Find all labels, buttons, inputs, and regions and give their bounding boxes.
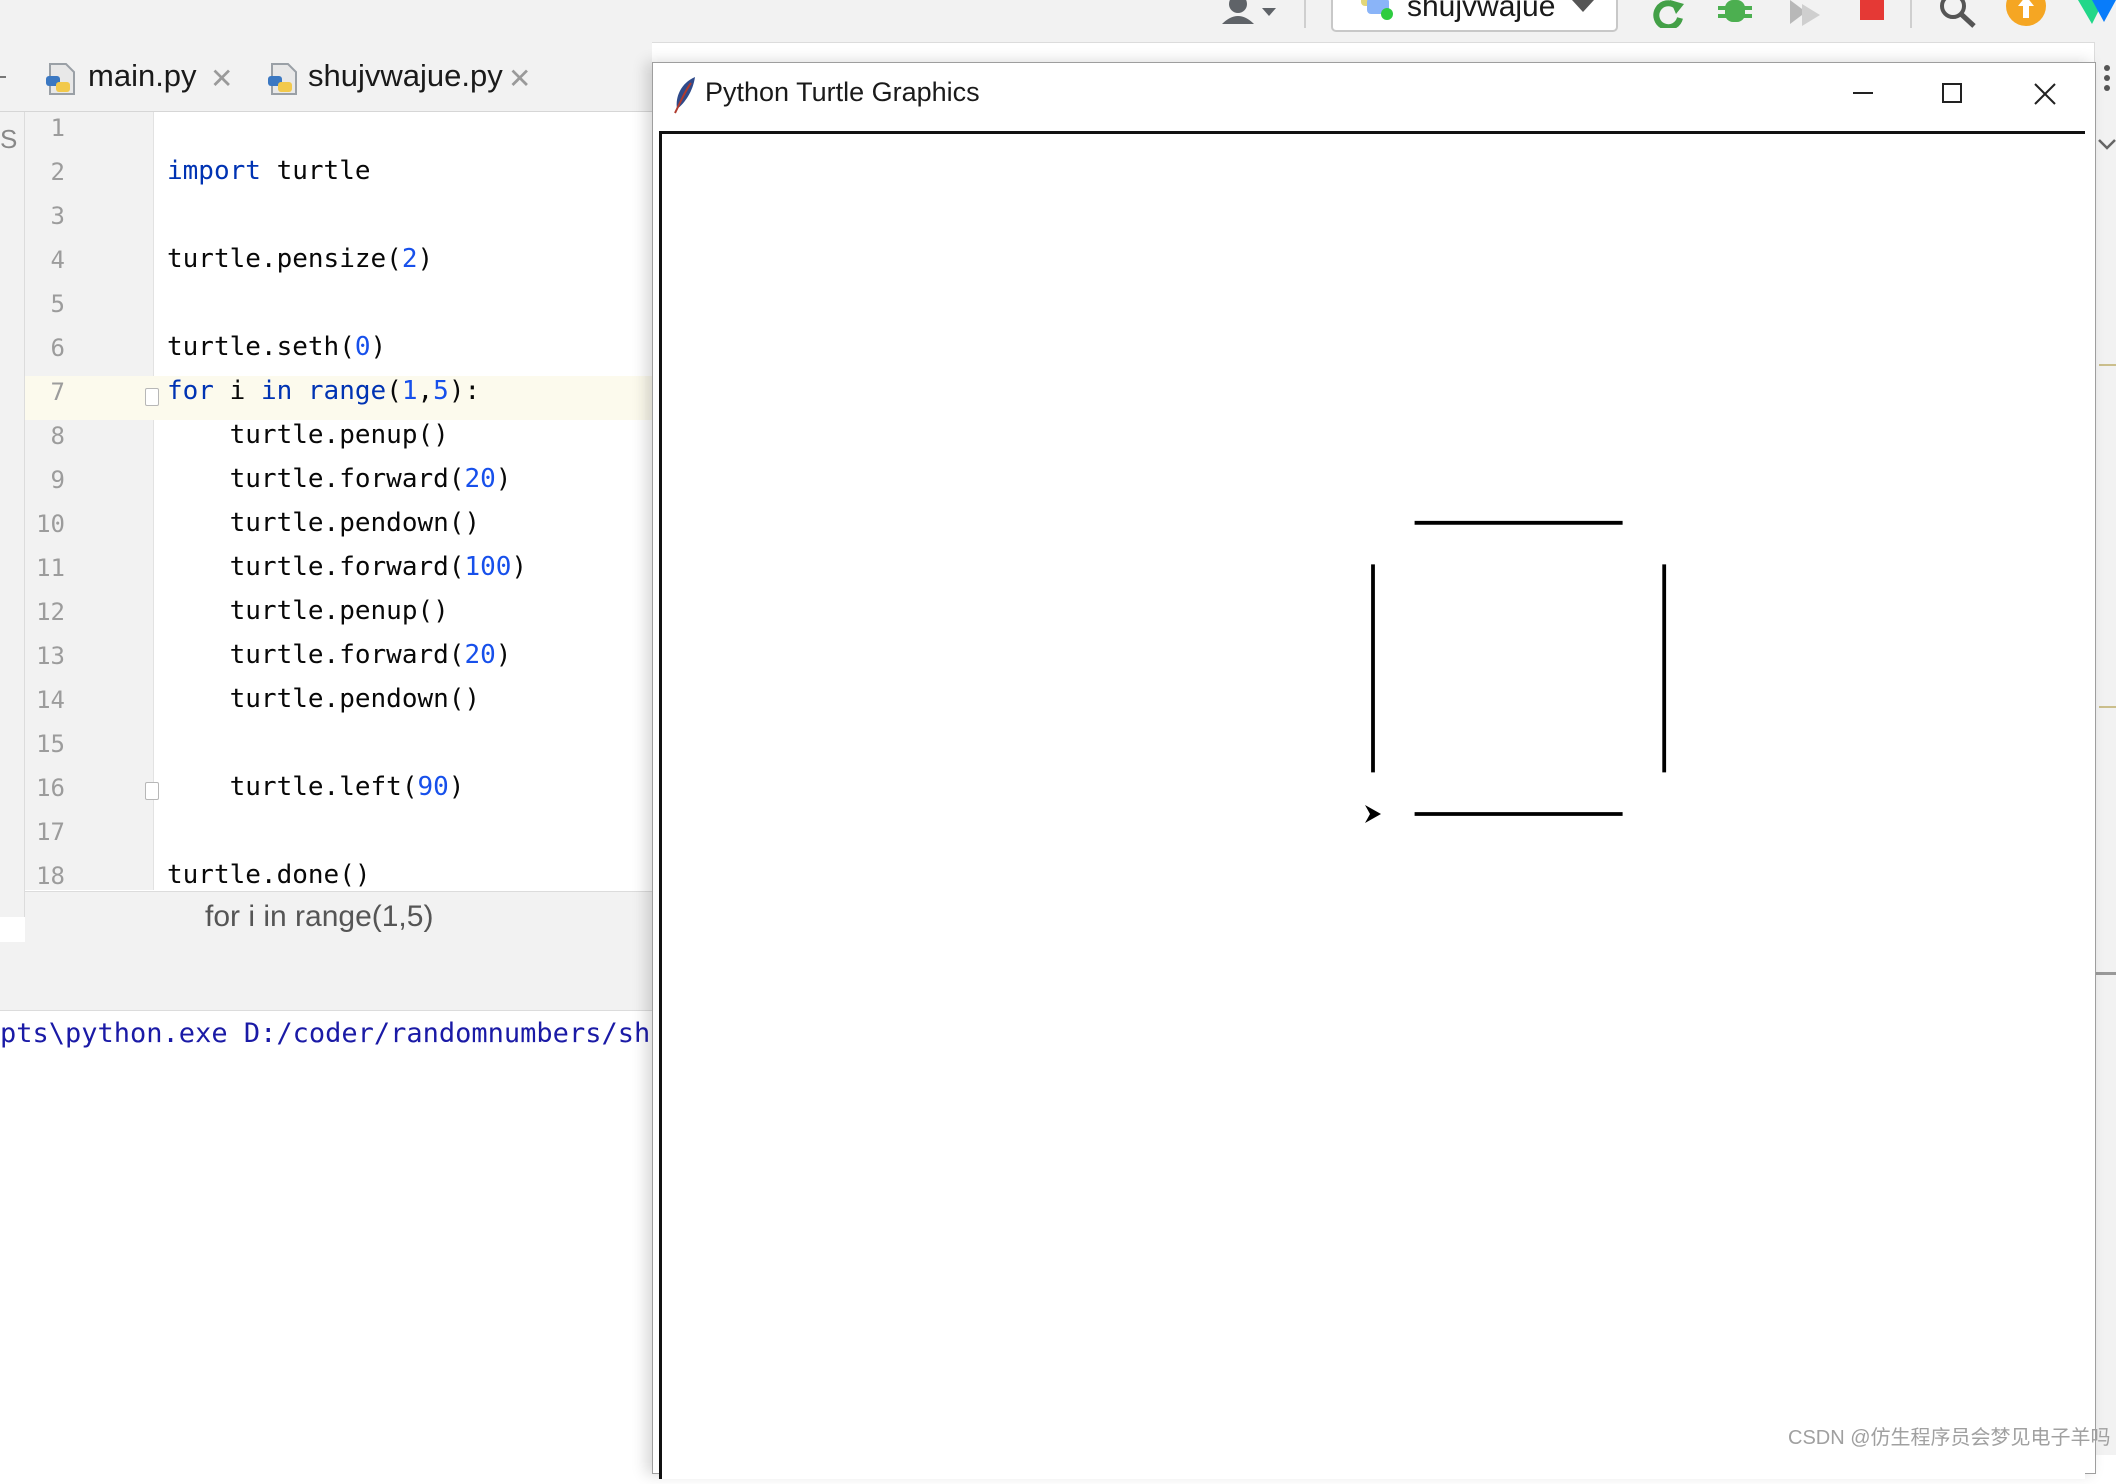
turtle-canvas[interactable] <box>659 131 2085 1479</box>
turtle-drawing <box>1365 520 1667 823</box>
python-file-icon <box>46 63 75 95</box>
breadcrumb-item[interactable]: for i in range(1,5) <box>205 900 433 934</box>
code-line[interactable]: turtle.pendown() <box>167 508 480 538</box>
code-line[interactable]: turtle.pensize(2) <box>167 244 433 274</box>
rerun-icon[interactable] <box>1650 0 1686 28</box>
code-line[interactable]: turtle.penup() <box>167 596 449 626</box>
turtle-window-titlebar[interactable]: Python Turtle Graphics <box>653 63 2095 129</box>
close-icon[interactable]: ✕ <box>508 62 531 95</box>
tab-label: main.py <box>88 58 197 93</box>
line-number: 18 <box>36 862 65 890</box>
user-icon[interactable] <box>1218 0 1278 26</box>
line-number: 2 <box>50 158 65 186</box>
line-number: 6 <box>50 334 65 362</box>
search-icon[interactable] <box>1938 0 1978 30</box>
more-options-icon[interactable] <box>2099 62 2115 102</box>
python-file-icon <box>268 63 297 95</box>
project-tool-strip[interactable]: S <box>0 112 25 917</box>
turtle-window-title: Python Turtle Graphics <box>705 77 980 107</box>
fold-marker-icon[interactable] <box>145 782 159 800</box>
code-line[interactable]: turtle.penup() <box>167 420 449 450</box>
line-number: 5 <box>50 290 65 318</box>
line-number: 15 <box>36 730 65 758</box>
plugin-icon[interactable] <box>2074 0 2116 26</box>
code-line[interactable]: turtle.seth(0) <box>167 332 386 362</box>
scroll-marker <box>2099 364 2116 366</box>
tab-main-py[interactable]: main.py ✕ <box>46 56 236 106</box>
line-number: 3 <box>50 202 65 230</box>
line-number: 7 <box>50 378 65 406</box>
turtle-cursor-icon <box>1365 805 1381 823</box>
line-number: 9 <box>50 466 65 494</box>
fold-marker-icon[interactable] <box>145 388 159 406</box>
stop-icon[interactable] <box>1858 0 1886 22</box>
line-number: 4 <box>50 246 65 274</box>
run-config-icon <box>1361 0 1393 20</box>
code-line[interactable]: turtle.forward(20) <box>167 640 512 670</box>
line-number: 16 <box>36 774 65 802</box>
breadcrumb[interactable]: for i in range(1,5) <box>25 891 652 943</box>
main-toolbar: shujvwajue <box>0 0 2116 43</box>
debug-icon[interactable] <box>1718 0 1752 28</box>
run-tool-window-header <box>0 942 652 1011</box>
code-line[interactable]: for i in range(1,5): <box>167 376 480 406</box>
close-icon[interactable]: ✕ <box>210 62 233 95</box>
chevron-down-icon <box>1262 8 1276 16</box>
maximize-icon[interactable] <box>1907 63 1997 123</box>
tab-label: shujvwajue.py <box>308 58 503 93</box>
code-line[interactable]: turtle.done() <box>167 860 371 890</box>
code-line[interactable]: turtle.pendown() <box>167 684 480 714</box>
watermark: CSDN @仿生程序员会梦见电子羊吗 <box>1788 1427 2111 1449</box>
line-number: 8 <box>50 422 65 450</box>
tab-shujvwajue-py[interactable]: shujvwajue.py ✕ <box>262 56 546 118</box>
line-number: 13 <box>36 642 65 670</box>
close-icon[interactable] <box>1999 63 2089 123</box>
code-line[interactable]: turtle.forward(20) <box>167 464 512 494</box>
chevron-down-icon[interactable] <box>2097 138 2116 152</box>
line-number: 1 <box>50 114 65 142</box>
line-number: 10 <box>36 510 65 538</box>
coverage-icon[interactable] <box>1786 0 1824 28</box>
code-line[interactable]: turtle.forward(100) <box>167 552 527 582</box>
code-line[interactable]: turtle.left(90) <box>167 772 465 802</box>
line-number: 17 <box>36 818 65 846</box>
line-number: 12 <box>36 598 65 626</box>
run-config-label: shujvwajue <box>1407 0 1556 23</box>
line-number: 14 <box>36 686 65 714</box>
editor-tab-bar: main.py ✕ shujvwajue.py ✕ <box>0 42 652 118</box>
tool-strip-label: S <box>0 124 18 154</box>
run-config-selector[interactable]: shujvwajue <box>1331 0 1618 32</box>
toolbar-separator <box>1304 0 1306 28</box>
console-output-line: pts\python.exe D:/coder/randomnumbers/sh… <box>0 1018 683 1049</box>
feather-icon <box>674 77 695 114</box>
scroll-marker <box>2095 972 2116 975</box>
minimize-icon[interactable] <box>1817 63 1907 123</box>
right-scrollbar[interactable] <box>2094 42 2116 1455</box>
toolbar-separator <box>1910 0 1912 28</box>
chevron-down-icon <box>1572 0 1594 12</box>
line-number: 11 <box>36 554 65 582</box>
update-icon[interactable] <box>2006 0 2046 28</box>
tab-scroll-indicator <box>0 76 6 78</box>
code-line[interactable]: import turtle <box>167 156 371 186</box>
scroll-marker <box>2099 706 2116 708</box>
turtle-window[interactable]: Python Turtle Graphics <box>652 62 2096 1479</box>
